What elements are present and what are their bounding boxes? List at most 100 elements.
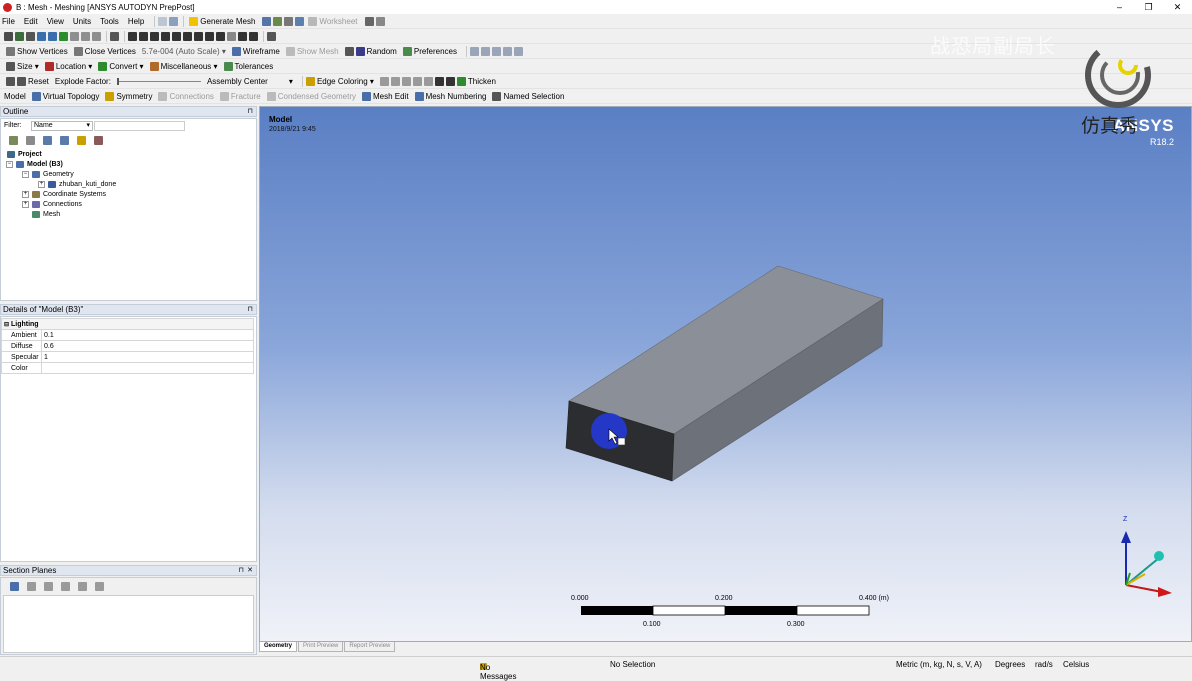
new-section-icon[interactable] bbox=[10, 582, 19, 591]
filter-dropdown[interactable]: Name ▾ bbox=[31, 121, 93, 131]
detail-row[interactable]: Specular 1 bbox=[1, 351, 254, 363]
convert-dropdown[interactable]: Convert ▾ bbox=[98, 61, 144, 71]
previous-view-icon[interactable] bbox=[227, 31, 236, 41]
angle-units-status[interactable]: Degrees bbox=[995, 660, 1025, 669]
worksheet-button[interactable]: Worksheet bbox=[308, 16, 358, 26]
close-icon[interactable]: ✕ bbox=[247, 566, 253, 574]
zoom-icon[interactable] bbox=[150, 31, 159, 41]
triad-y-icon[interactable] bbox=[481, 46, 490, 56]
zoom-fit-icon[interactable] bbox=[172, 31, 181, 41]
next-view-icon[interactable] bbox=[238, 31, 247, 41]
delete-section-icon[interactable] bbox=[44, 582, 53, 591]
condensed-geometry-button[interactable]: Condensed Geometry bbox=[266, 91, 356, 101]
edge-coloring-dropdown[interactable]: Edge Coloring ▾ bbox=[305, 76, 374, 86]
tab-report-preview[interactable]: Report Preview bbox=[344, 642, 396, 652]
units-status[interactable]: Metric (m, kg, N, s, V, A) bbox=[896, 660, 982, 669]
expand-toggle[interactable]: + bbox=[22, 201, 29, 208]
graphics-viewport[interactable]: Model 2018/9/21 9:45 ANSYS R18.2 仿真秀 战恐局… bbox=[259, 36, 1192, 642]
pan-icon[interactable] bbox=[139, 31, 148, 41]
menu-view[interactable]: View bbox=[47, 17, 64, 26]
extend-icon[interactable] bbox=[92, 31, 101, 41]
random-button[interactable]: Random bbox=[355, 46, 397, 56]
detail-row[interactable]: Color bbox=[1, 362, 254, 374]
edit-section-icon[interactable] bbox=[27, 582, 36, 591]
select-face-icon[interactable] bbox=[26, 31, 35, 41]
tree-item-geometry[interactable]: − Geometry bbox=[22, 171, 74, 178]
expand-all-icon[interactable] bbox=[60, 136, 69, 145]
folder-icon[interactable] bbox=[77, 136, 86, 145]
zoom-in-icon[interactable] bbox=[194, 31, 203, 41]
cap-icon[interactable] bbox=[95, 582, 104, 591]
zoom-out-icon[interactable] bbox=[205, 31, 214, 41]
connections-button[interactable]: Connections bbox=[158, 91, 214, 101]
ruler-icon[interactable] bbox=[445, 76, 455, 86]
tree-item-project[interactable]: Project bbox=[7, 151, 42, 158]
triad-icon[interactable] bbox=[514, 46, 523, 56]
select-node-icon[interactable] bbox=[81, 31, 90, 41]
triad-x-icon[interactable] bbox=[470, 46, 479, 56]
select-edge-icon[interactable] bbox=[37, 31, 46, 41]
explode-factor-slider[interactable] bbox=[116, 77, 201, 85]
edge-style-5-icon[interactable] bbox=[423, 76, 433, 86]
explode-icon[interactable] bbox=[6, 76, 15, 86]
lighting-section[interactable]: ⊟ Lighting bbox=[1, 318, 254, 330]
preview-icon[interactable] bbox=[262, 16, 272, 26]
sort-icon[interactable] bbox=[94, 136, 103, 145]
detail-row[interactable]: Ambient 0.1 bbox=[1, 329, 254, 341]
expand-toggle[interactable]: + bbox=[22, 191, 29, 198]
show-plane-icon[interactable] bbox=[61, 582, 70, 591]
select-element-icon[interactable] bbox=[70, 31, 79, 41]
rotate-icon[interactable] bbox=[128, 31, 137, 41]
menu-edit[interactable]: Edit bbox=[24, 17, 38, 26]
location-dropdown[interactable]: Location ▾ bbox=[44, 61, 92, 71]
filter-input[interactable] bbox=[94, 121, 185, 131]
zoom-box-icon[interactable] bbox=[161, 31, 170, 41]
tree-item-body[interactable]: + zhuban_kuti_done bbox=[38, 181, 116, 188]
magnifier-icon[interactable] bbox=[183, 31, 192, 41]
tree-item-coordinate-systems[interactable]: + Coordinate Systems bbox=[22, 191, 106, 198]
tree-item-connections[interactable]: + Connections bbox=[22, 201, 82, 208]
edge-style-3-icon[interactable] bbox=[401, 76, 411, 86]
view-icon[interactable] bbox=[110, 31, 119, 41]
minimize-button[interactable]: – bbox=[1105, 0, 1134, 14]
fit-icon[interactable] bbox=[216, 31, 225, 41]
mesh-numbering-button[interactable]: Mesh Numbering bbox=[414, 91, 486, 101]
arrow-icon[interactable] bbox=[344, 46, 354, 56]
mesh-edit-button[interactable]: Mesh Edit bbox=[361, 91, 409, 101]
show-mesh-button[interactable]: Show Mesh bbox=[285, 46, 339, 56]
restore-button[interactable]: ❐ bbox=[1134, 0, 1163, 14]
text-icon[interactable] bbox=[284, 16, 294, 26]
preferences-button[interactable]: Preferences bbox=[402, 46, 457, 56]
edge-style-1-icon[interactable] bbox=[379, 76, 389, 86]
pin-icon[interactable]: ⊓ bbox=[248, 305, 253, 313]
edge-style-4-icon[interactable] bbox=[412, 76, 422, 86]
menu-tools[interactable]: Tools bbox=[100, 17, 119, 26]
triad-z-icon[interactable] bbox=[492, 46, 501, 56]
tree-item-model[interactable]: − Model (B3) bbox=[6, 161, 63, 168]
tab-print-preview[interactable]: Print Preview bbox=[298, 642, 344, 652]
symmetry-button[interactable]: Symmetry bbox=[105, 91, 152, 101]
menu-file[interactable]: File bbox=[2, 17, 15, 26]
collapse-icon[interactable] bbox=[26, 136, 35, 145]
menu-units[interactable]: Units bbox=[73, 17, 91, 26]
window-icon[interactable] bbox=[158, 16, 168, 26]
miscellaneous-dropdown[interactable]: Miscellaneous ▾ bbox=[149, 61, 218, 71]
expand-icon[interactable] bbox=[9, 136, 18, 145]
wireframe-button[interactable]: Wireframe bbox=[231, 46, 280, 56]
collapse-toggle[interactable]: − bbox=[6, 161, 13, 168]
size-dropdown[interactable]: Size ▾ bbox=[6, 61, 39, 71]
assembly-center-dropdown[interactable]: Assembly Center ▾ bbox=[207, 77, 293, 86]
pin-icon[interactable] bbox=[434, 76, 444, 86]
menu-help[interactable]: Help bbox=[128, 17, 144, 26]
pin-icon[interactable]: ⊓ bbox=[248, 107, 253, 115]
tab-geometry[interactable]: Geometry bbox=[259, 642, 298, 652]
scale-dropdown[interactable]: 5.7e-004 (Auto Scale) ▾ bbox=[142, 47, 226, 56]
tree-item-mesh[interactable]: Mesh bbox=[32, 211, 60, 218]
tolerances-button[interactable]: Tolerances bbox=[223, 61, 273, 71]
section-planes-list[interactable] bbox=[3, 595, 254, 653]
rate-units-status[interactable]: rad/s bbox=[1035, 660, 1053, 669]
next-icon[interactable] bbox=[43, 136, 52, 145]
collapse-toggle[interactable]: − bbox=[22, 171, 29, 178]
model-context-tab[interactable]: Model bbox=[4, 92, 26, 101]
close-vertices-button[interactable]: Close Vertices bbox=[73, 46, 136, 56]
